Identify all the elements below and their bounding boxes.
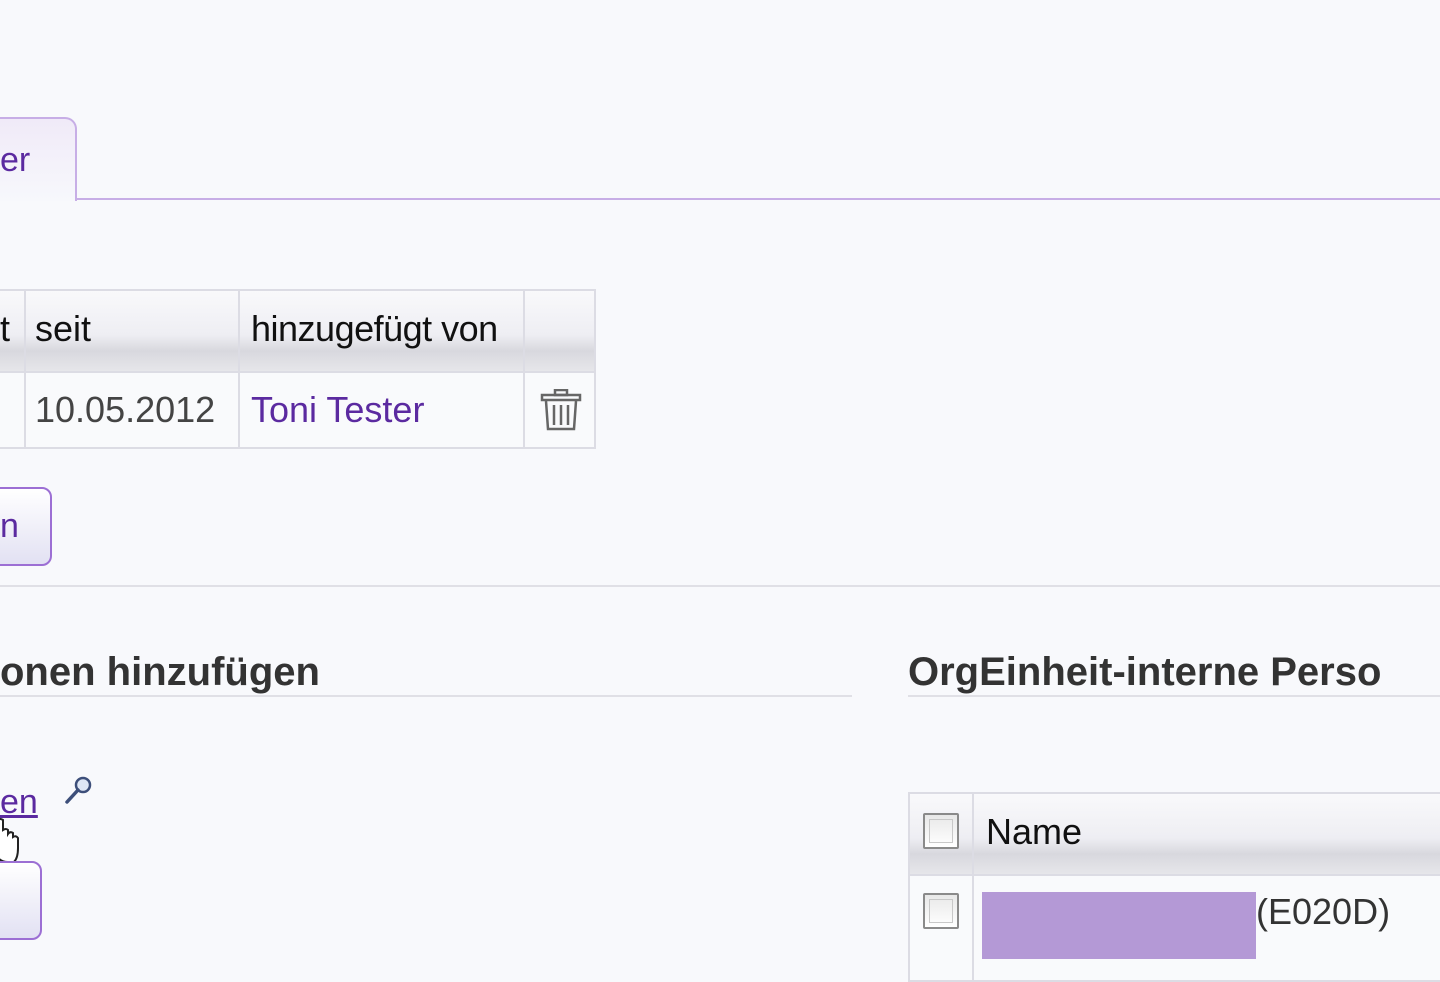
section-heading-internal-persons: OrgEinheit-interne Perso: [908, 650, 1382, 694]
column-header-seit[interactable]: seit: [35, 307, 91, 351]
cell-person-code: (E020D): [1256, 891, 1391, 932]
row-checkbox[interactable]: [923, 893, 959, 929]
hand-cursor-icon: [0, 818, 22, 864]
section-heading-add-persons: onen hinzufügen: [0, 650, 320, 694]
column-header-partial: t: [0, 308, 11, 349]
action-button-label: n: [0, 507, 19, 545]
col-divider: [238, 291, 240, 447]
heading-underline: [908, 695, 1440, 697]
action-button[interactable]: n: [0, 487, 52, 566]
tab-label[interactable]: er: [0, 140, 30, 180]
submit-button[interactable]: [0, 861, 42, 940]
heading-underline: [0, 695, 852, 697]
select-all-checkbox[interactable]: [923, 813, 959, 849]
redacted-name: [982, 892, 1256, 959]
cell-added-by-link[interactable]: Toni Tester: [251, 388, 424, 432]
trash-icon[interactable]: [540, 388, 582, 431]
col-divider: [24, 291, 26, 447]
cell-seit: 10.05.2012: [35, 389, 216, 430]
search-link[interactable]: en: [0, 782, 38, 822]
tab-bar-line: [77, 198, 1440, 200]
section-divider: [0, 585, 1440, 587]
col-divider: [972, 794, 974, 980]
search-icon[interactable]: [64, 775, 94, 805]
column-header-hinzugefuegt-von[interactable]: hinzugefügt von: [251, 307, 498, 351]
col-divider: [523, 291, 525, 447]
column-header-name[interactable]: Name: [986, 810, 1082, 854]
